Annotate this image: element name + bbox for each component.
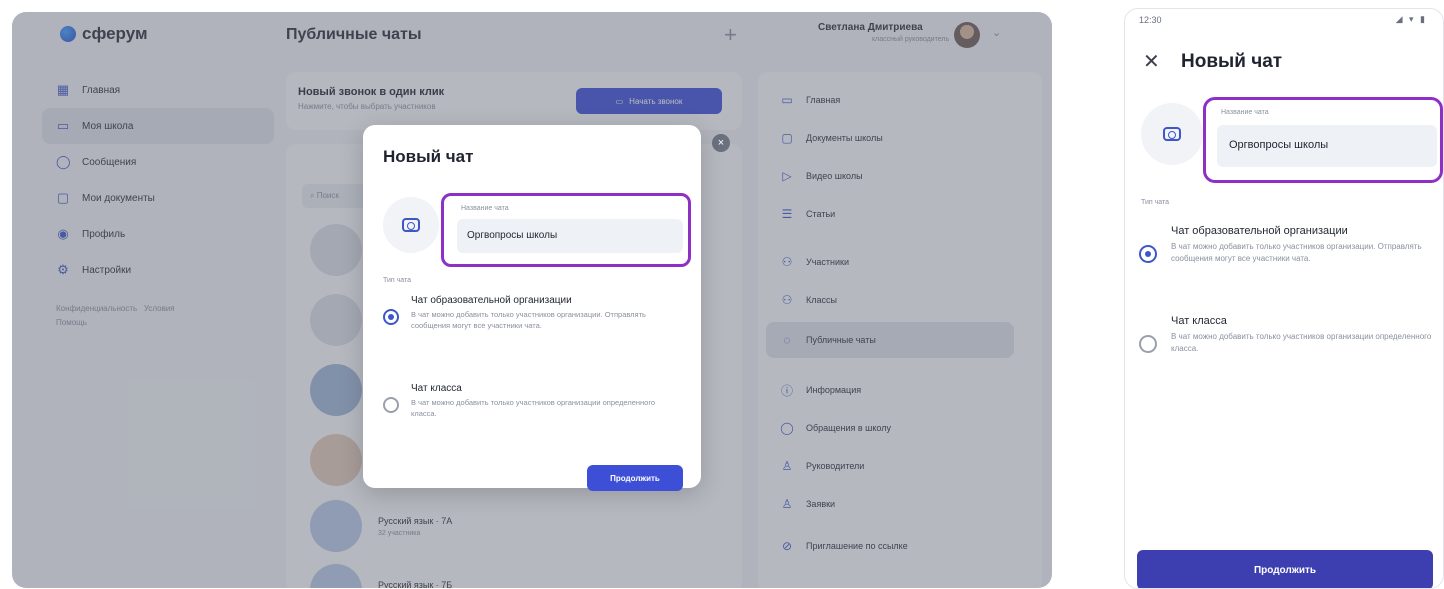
radio-unselected[interactable] <box>1139 335 1157 353</box>
status-icons: ◢ ▾ ▮ <box>1395 14 1427 24</box>
camera-icon <box>1163 127 1181 141</box>
option-title: Чат класса <box>1171 315 1227 327</box>
option-title: Чат класса <box>411 383 462 394</box>
option-description: В чат можно добавить только участников о… <box>1171 332 1432 353</box>
radio-selected[interactable] <box>1139 245 1157 263</box>
modal-title: Новый чат <box>383 147 474 166</box>
camera-icon <box>402 218 420 232</box>
chat-photo-picker[interactable] <box>383 197 439 253</box>
option-description: В чат можно добавить только участников о… <box>411 398 656 418</box>
highlight-frame <box>441 193 691 267</box>
desktop-window: сферум Публичные чаты + Светлана Дмитрие… <box>12 12 1052 588</box>
radio-unselected[interactable] <box>383 397 399 413</box>
option-description: В чат можно добавить только участников о… <box>411 310 646 330</box>
option-title: Чат образовательной организации <box>1171 225 1348 237</box>
stage: сферум Публичные чаты + Светлана Дмитрие… <box>0 0 1444 589</box>
screen-title: Новый чат <box>1181 51 1283 72</box>
chat-type-label: Тип чата <box>383 277 412 284</box>
new-chat-modal: Новый чат Название чата Оргвопросы школы… <box>363 125 701 491</box>
option-description: В чат можно добавить только участников о… <box>1171 242 1422 263</box>
close-icon[interactable]: ✕ <box>1143 49 1160 74</box>
chat-photo-picker[interactable] <box>1141 103 1203 165</box>
continue-button[interactable]: Продолжить <box>587 465 683 491</box>
radio-selected[interactable] <box>383 309 399 325</box>
status-time: 12:30 <box>1139 15 1162 25</box>
close-icon[interactable]: × <box>712 134 730 152</box>
chat-type-label: Тип чата <box>1141 199 1170 206</box>
option-title: Чат образовательной организации <box>411 295 572 306</box>
mobile-screen: 12:30 ◢ ▾ ▮ ✕ Новый чат Название чата Ор… <box>1124 8 1444 589</box>
continue-button[interactable]: Продолжить <box>1137 550 1433 588</box>
highlight-frame <box>1203 97 1443 183</box>
